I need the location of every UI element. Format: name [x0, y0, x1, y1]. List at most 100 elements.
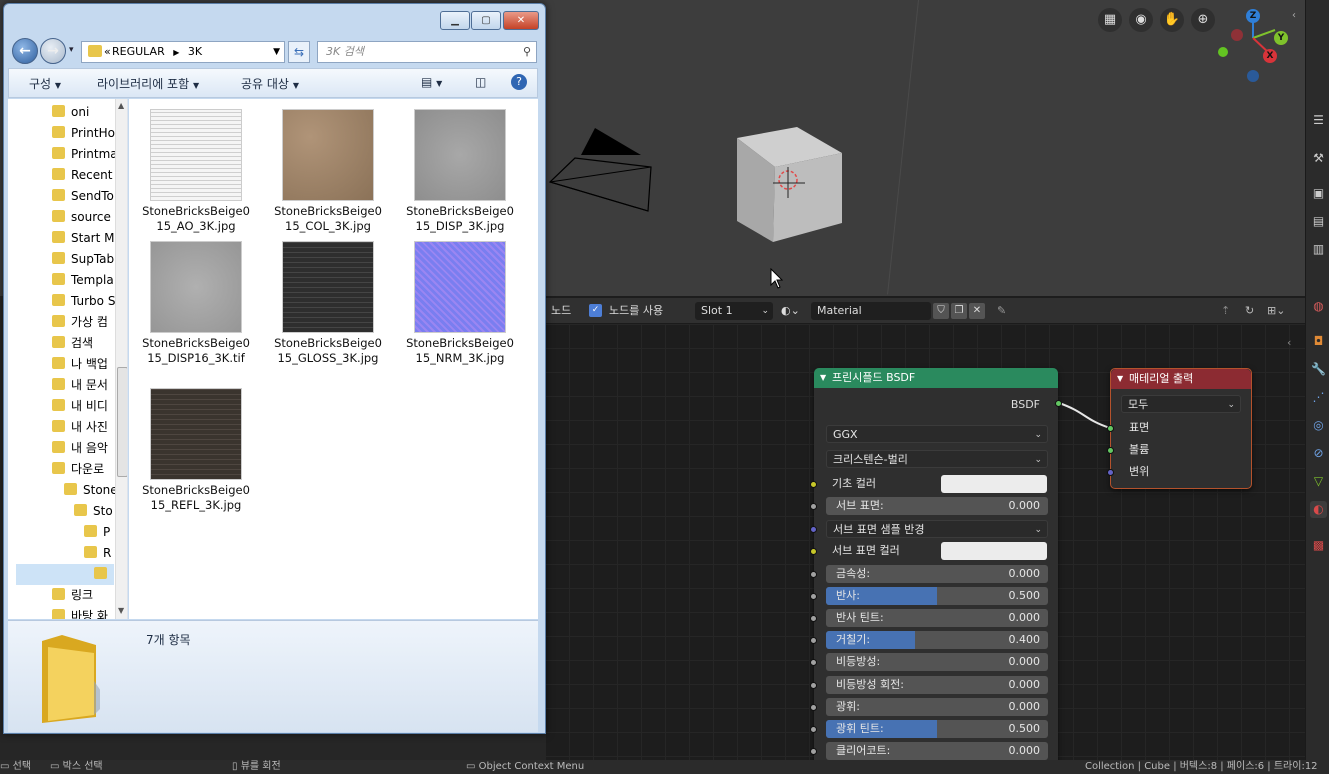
forward-button[interactable]: →: [40, 38, 66, 64]
base-color-socket[interactable]: [810, 481, 817, 488]
address-dropdown-icon[interactable]: ▼: [273, 42, 280, 62]
snap-icon[interactable]: ⊞⌄: [1267, 302, 1285, 320]
scroll-up-icon[interactable]: ▲: [118, 101, 124, 110]
collapse-arrow-icon[interactable]: ▼: [820, 368, 826, 388]
render-icon[interactable]: ▣: [1310, 185, 1327, 202]
nav-item[interactable]: P: [84, 522, 115, 543]
nav-item[interactable]: [16, 564, 114, 585]
clearcoat-slider[interactable]: 클리어코트: 0.000: [826, 741, 1048, 760]
collapse-icon[interactable]: ‹: [1292, 10, 1305, 24]
node-canvas[interactable]: ‹ ▼ 프린시플드 BSDF BSDF GGX ⌄ 크리스텐슨-벌리 ⌄ 기초 컬러…: [545, 324, 1305, 760]
physics-icon[interactable]: ◎: [1310, 417, 1327, 434]
specular-tint-slider[interactable]: 반사 틴트: 0.000: [826, 609, 1048, 628]
anisotropic-rotation-slider[interactable]: 비등방성 회전: 0.000: [826, 675, 1048, 694]
file-item[interactable]: StoneBricksBeige015_COL_3K.jpg: [273, 109, 383, 233]
nav-item[interactable]: Turbo S: [52, 291, 115, 312]
address-overflow-icon[interactable]: «: [104, 42, 111, 62]
file-list[interactable]: StoneBricksBeige015_AO_3K.jpg StoneBricks…: [129, 99, 538, 619]
use-nodes-checkbox[interactable]: ✓: [589, 304, 602, 317]
navigation-pane[interactable]: oni PrintHo Printma Recent SendTo source Start…: [8, 99, 128, 619]
file-item[interactable]: StoneBricksBeige015_NRM_3K.jpg: [405, 241, 515, 365]
nav-item[interactable]: Templa: [52, 270, 115, 291]
grid-icon[interactable]: ▦: [1098, 8, 1122, 32]
sheen-slider[interactable]: 광휘: 0.000: [826, 697, 1048, 716]
backdrop-icon[interactable]: ↻: [1245, 302, 1254, 320]
material-browse-icon[interactable]: ◐⌄: [781, 302, 807, 320]
pin-icon[interactable]: ✎: [997, 302, 1006, 320]
gizmo-z-axis[interactable]: Z: [1246, 9, 1260, 23]
material-name-field[interactable]: Material: [811, 302, 931, 320]
clearcoat-socket[interactable]: [810, 747, 817, 755]
nav-item[interactable]: Recent: [52, 165, 115, 186]
specular-slider[interactable]: 반사: 0.500: [826, 587, 1048, 606]
maximize-button[interactable]: ▢: [471, 11, 501, 30]
collapse-arrow-icon[interactable]: ▼: [1117, 369, 1123, 389]
nav-item[interactable]: 내 비디: [52, 396, 115, 417]
texture-icon[interactable]: ▩: [1310, 537, 1327, 554]
nav-item[interactable]: 나 백업: [52, 354, 115, 375]
file-item[interactable]: StoneBricksBeige015_DISP16_3K.tif: [141, 241, 251, 365]
nav-item[interactable]: 내 문서: [52, 375, 115, 396]
editor-label[interactable]: 노드: [551, 302, 571, 320]
duplicate-icon[interactable]: ❐: [951, 303, 967, 319]
object-icon[interactable]: ◘: [1310, 333, 1327, 350]
subsurface-radius-dropdown[interactable]: 서브 표면 샘플 반경 ⌄: [826, 520, 1048, 538]
organize-button[interactable]: 구성 ▼: [29, 75, 61, 92]
nav-item[interactable]: oni: [52, 102, 115, 123]
search-icon[interactable]: ⚲: [523, 42, 531, 62]
minimize-button[interactable]: ▁: [440, 11, 470, 30]
gizmo-y-axis[interactable]: Y: [1274, 31, 1288, 45]
help-icon[interactable]: ?: [511, 74, 527, 90]
nav-item[interactable]: Sto: [74, 501, 115, 522]
address-part-3k[interactable]: 3K: [188, 45, 202, 58]
tool-icon[interactable]: ⚒: [1310, 150, 1327, 167]
slot-dropdown[interactable]: Slot 1 ⌄: [695, 302, 773, 320]
modifier-icon[interactable]: 🔧: [1310, 361, 1327, 378]
metallic-socket[interactable]: [810, 571, 817, 578]
data-icon[interactable]: ▽: [1310, 473, 1327, 490]
base-color-swatch[interactable]: [941, 475, 1047, 493]
scene-icon[interactable]: ◍: [1310, 298, 1327, 315]
hand-icon[interactable]: ✋: [1160, 8, 1184, 32]
bsdf-output-socket[interactable]: [1055, 400, 1062, 407]
material-output-node[interactable]: ▼ 매테리얼 출력 모두 ⌄ 표면 볼륨 변위: [1107, 368, 1252, 489]
nav-item[interactable]: 가상 컴: [52, 312, 115, 333]
nav-item[interactable]: SupTab: [52, 249, 115, 270]
anisotropic-slider[interactable]: 비등방성: 0.000: [826, 653, 1048, 672]
sheen-tint-socket[interactable]: [810, 725, 817, 733]
nav-item[interactable]: 링크: [52, 585, 115, 606]
output-target-dropdown[interactable]: 모두 ⌄: [1121, 395, 1241, 413]
explorer-titlebar[interactable]: ▁ ▢ ✕: [4, 4, 545, 34]
material-icon[interactable]: ◐: [1310, 501, 1327, 518]
subsurface-method-dropdown[interactable]: 크리스텐슨-벌리 ⌄: [826, 450, 1048, 468]
camera-icon[interactable]: ◉: [1129, 8, 1153, 32]
output-node-header[interactable]: ▼ 매테리얼 출력: [1111, 369, 1251, 389]
nav-item[interactable]: 다운로: [52, 459, 115, 480]
breadcrumb-arrow-icon[interactable]: ▶: [173, 48, 179, 57]
zoom-icon[interactable]: ⊕: [1191, 8, 1215, 32]
scroll-down-icon[interactable]: ▼: [118, 606, 124, 615]
menu-icon[interactable]: ☰: [1310, 112, 1327, 129]
file-item[interactable]: StoneBricksBeige015_GLOSS_3K.jpg: [273, 241, 383, 365]
output-icon[interactable]: ▤: [1310, 213, 1327, 230]
gizmo-x-axis[interactable]: X: [1263, 49, 1277, 63]
unlink-icon[interactable]: ✕: [969, 303, 985, 319]
file-item[interactable]: StoneBricksBeige015_AO_3K.jpg: [141, 109, 251, 233]
address-bar[interactable]: « REGULAR ▶ 3K ▼: [81, 41, 285, 63]
preview-pane-icon[interactable]: ◫: [475, 75, 486, 89]
explorer-window[interactable]: ▁ ▢ ✕ ← → ▾ « REGULAR ▶ 3K ▼ ⇆ 3K 검색 ⚲ 구…: [3, 3, 546, 734]
nav-item[interactable]: R: [84, 543, 115, 564]
refresh-button[interactable]: ⇆: [288, 41, 310, 63]
subsurface-color-socket[interactable]: [810, 548, 817, 555]
volume-socket[interactable]: [1107, 447, 1114, 454]
address-part-regular[interactable]: REGULAR: [112, 45, 165, 58]
nav-item[interactable]: Stone: [64, 480, 115, 501]
constraints-icon[interactable]: ⊘: [1310, 445, 1327, 462]
recent-pages-icon[interactable]: ▾: [69, 45, 74, 55]
subsurface-slider[interactable]: 서브 표면: 0.000: [826, 497, 1048, 515]
nav-item[interactable]: Printma: [52, 144, 115, 165]
displacement-socket[interactable]: [1107, 469, 1114, 476]
gizmo-neg-z[interactable]: [1247, 70, 1259, 82]
roughness-slider[interactable]: 거칠기: 0.400: [826, 631, 1048, 650]
parent-icon[interactable]: ⇡: [1221, 302, 1230, 320]
